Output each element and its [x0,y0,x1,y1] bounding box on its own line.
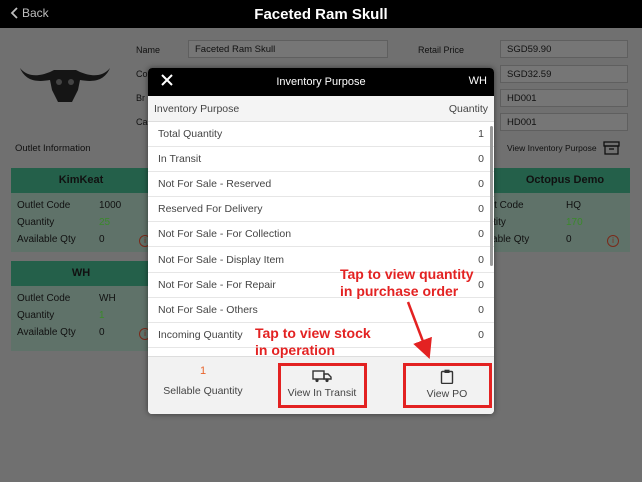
arrow-icon [406,301,432,360]
